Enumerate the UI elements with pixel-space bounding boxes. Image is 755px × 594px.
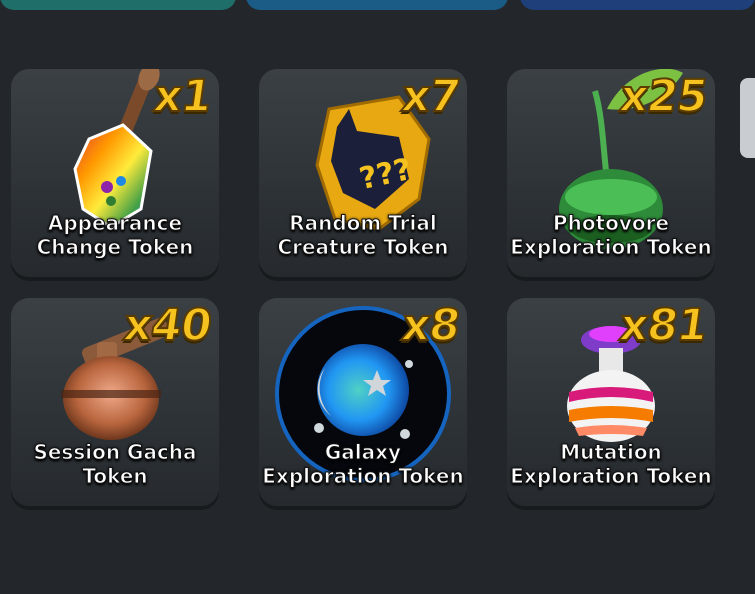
item-card-random-trial-creature-token[interactable]: ??? x7 Random Trial Creature Token [259,69,467,277]
item-card-session-gacha-token[interactable]: x40 Session Gacha Token [11,298,219,506]
item-count: x7 [397,70,463,123]
item-count: x81 [616,299,712,352]
item-card-galaxy-exploration-token[interactable]: x8 Galaxy Exploration Token [259,298,467,506]
tab-3[interactable] [520,0,755,10]
item-card-mutation-exploration-token[interactable]: x81 Mutation Exploration Token [507,298,715,506]
top-tab-bar [0,0,755,12]
tab-2[interactable] [246,0,508,10]
scrollbar-thumb[interactable] [740,78,755,158]
item-card-appearance-change-token[interactable]: x1 Appearance Change Token [11,69,219,277]
item-card-photovore-exploration-token[interactable]: x25 Photovore Exploration Token [507,69,715,277]
item-name: Appearance Change Token [36,211,194,260]
item-name: Session Gacha Token [33,440,197,489]
item-name: Mutation Exploration Token [510,440,712,489]
item-count: x40 [120,299,216,352]
item-name: Random Trial Creature Token [277,211,449,260]
tab-1[interactable] [0,0,236,10]
item-count: x25 [616,70,712,123]
item-name: Photovore Exploration Token [510,211,712,260]
item-count: x1 [149,70,215,123]
item-count: x8 [397,299,463,352]
item-name: Galaxy Exploration Token [262,440,464,489]
